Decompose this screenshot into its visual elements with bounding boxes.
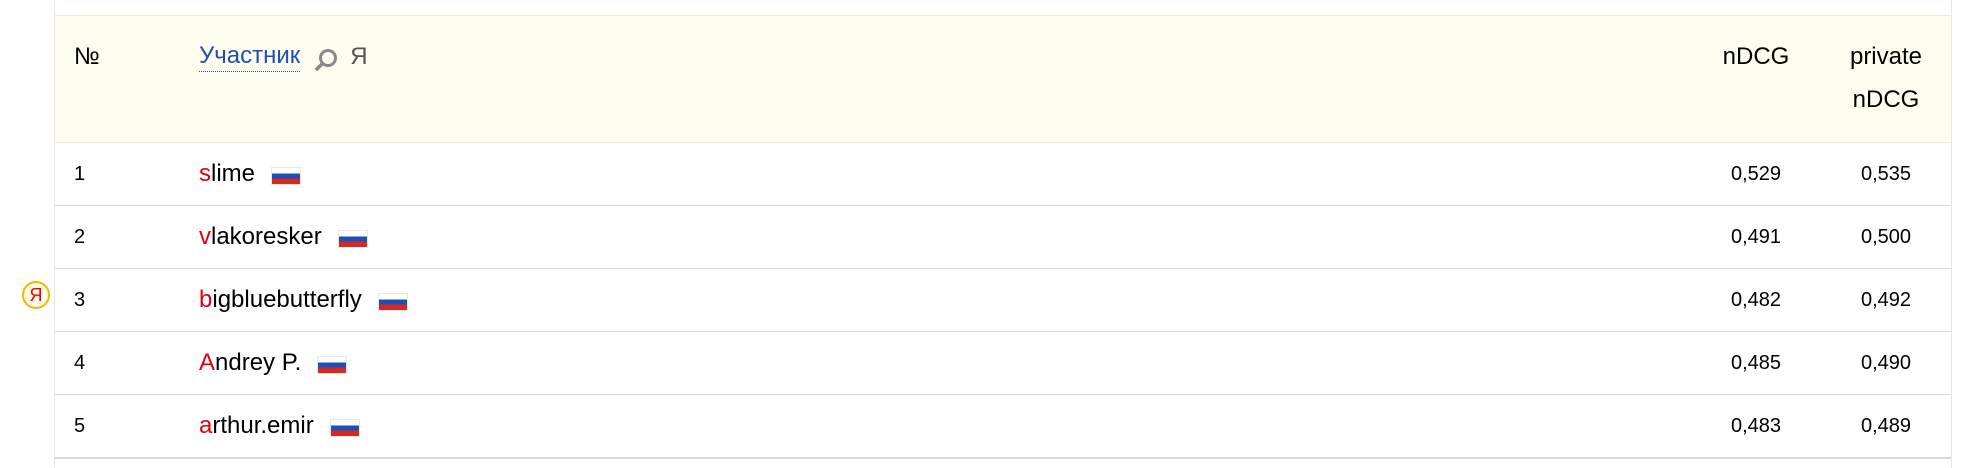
header-participant: Участник Я: [199, 35, 368, 78]
table-row: 2 v lakoresker 0,491 0,500: [55, 206, 1951, 270]
table-header: № Участник Я nDCG private nDCG: [55, 16, 1951, 143]
participant-name-rest: ndrey P.: [215, 349, 302, 376]
participant-cell: a rthur.emir: [199, 395, 360, 457]
ndcg-cell: 0,483: [1730, 415, 1782, 437]
private-ndcg-cell: 0,490: [1860, 352, 1912, 374]
current-user-badge: Я: [22, 281, 50, 309]
participant-name-rest: lime: [211, 160, 256, 187]
participant-sort-link[interactable]: Участник: [199, 41, 301, 72]
participant-first-letter: A: [199, 349, 216, 376]
rank-cell: 2: [74, 226, 86, 248]
rank-cell: 3: [74, 289, 86, 311]
private-ndcg-cell: 0,492: [1860, 289, 1912, 311]
participant-first-letter: v: [199, 223, 211, 250]
header-rank: №: [74, 43, 100, 70]
russia-flag-icon: [317, 355, 348, 374]
participant-name-rest: lakoresker: [211, 223, 322, 250]
participant-cell: Andrey P.: [199, 332, 348, 394]
search-icon[interactable]: [314, 44, 340, 71]
ndcg-cell: 0,485: [1730, 352, 1782, 374]
participant-cell: b igbluebutterfly: [199, 269, 408, 331]
table-row: 5 a rthur.emir 0,483 0,489: [55, 395, 1951, 459]
participant-name-rest: igbluebutterfly: [212, 286, 362, 313]
header-private-ndcg[interactable]: private nDCG: [1821, 35, 1951, 121]
ndcg-cell: 0,491: [1730, 226, 1782, 248]
table-row: 3 b igbluebutterfly 0,482 0,492: [55, 269, 1951, 333]
russia-flag-icon: [271, 166, 302, 185]
participant-cell: v lakoresker: [199, 206, 368, 268]
participant-first-letter: b: [199, 286, 213, 313]
russia-flag-icon: [337, 229, 368, 248]
participant-cell: s lime: [199, 143, 302, 205]
header-private-line2: nDCG: [1852, 86, 1920, 113]
rank-cell: 1: [74, 163, 86, 185]
header-ndcg[interactable]: nDCG: [1701, 35, 1811, 78]
participant-first-letter: a: [199, 412, 213, 439]
table-row: 1 s lime 0,529 0,535: [55, 143, 1951, 207]
rank-cell: 5: [74, 415, 86, 437]
private-ndcg-cell: 0,535: [1860, 163, 1912, 185]
ndcg-cell: 0,529: [1730, 163, 1782, 185]
participant-name-rest: rthur.emir: [212, 412, 314, 439]
header-private-line1: private: [1849, 43, 1923, 70]
russia-flag-icon: [377, 292, 408, 311]
participant-first-letter: s: [199, 160, 211, 187]
my-results-filter[interactable]: Я: [350, 35, 367, 78]
rank-cell: 4: [74, 352, 86, 374]
table-row: 4 Andrey P. 0,485 0,490: [55, 332, 1951, 396]
private-ndcg-cell: 0,489: [1860, 415, 1912, 437]
russia-flag-icon: [329, 418, 360, 437]
ndcg-cell: 0,482: [1730, 289, 1782, 311]
table-top-strip: [55, 0, 1951, 16]
leaderboard-table: № Участник Я nDCG private nDCG 1 s lime 0…: [54, 0, 1952, 468]
private-ndcg-cell: 0,500: [1860, 226, 1912, 248]
